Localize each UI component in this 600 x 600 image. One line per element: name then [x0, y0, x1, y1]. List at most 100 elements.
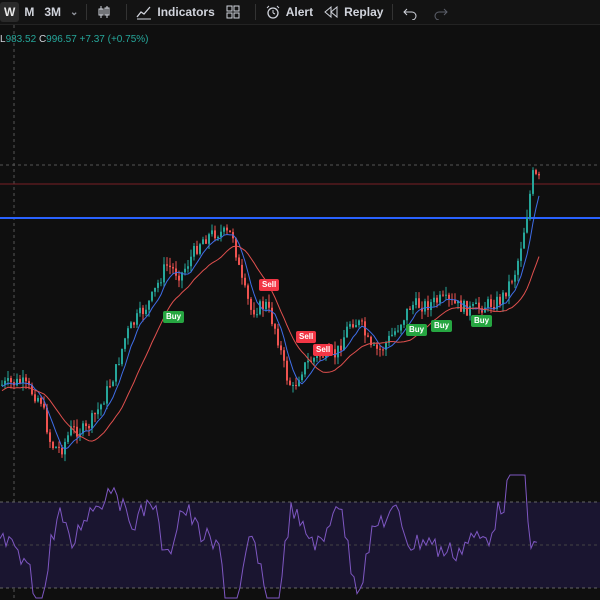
undo-button[interactable] — [397, 0, 428, 24]
buy-signal-label: Buy — [406, 324, 428, 336]
candle-body — [67, 435, 69, 442]
candle-body — [535, 170, 537, 174]
candle-body — [163, 264, 165, 283]
candle-body — [91, 413, 93, 429]
redo-button[interactable] — [428, 0, 459, 24]
candle-body — [283, 350, 285, 361]
candle-body — [136, 313, 138, 325]
candle-body — [250, 298, 252, 310]
candle-body — [262, 301, 264, 310]
candle-body — [487, 299, 489, 308]
candle-body — [439, 294, 441, 303]
candle-body — [58, 446, 60, 448]
candle-body — [523, 232, 525, 249]
candle-body — [400, 324, 402, 331]
candle-body — [247, 285, 249, 299]
interval-m-button[interactable]: M — [19, 0, 39, 24]
candle-body — [124, 338, 126, 349]
candle-body — [244, 277, 246, 286]
candle-body — [346, 326, 348, 338]
candle-body — [463, 300, 465, 312]
sell-signal-label: Sell — [313, 344, 334, 356]
candle-body — [94, 413, 96, 415]
interval-3m-button[interactable]: 3M — [39, 0, 66, 24]
candle-body — [373, 344, 375, 346]
alert-label: Alert — [285, 5, 314, 19]
candle-body — [34, 394, 36, 402]
layouts-button[interactable] — [220, 0, 251, 24]
candle-body — [142, 307, 144, 315]
candle-body — [7, 378, 9, 381]
toolbar-divider — [86, 4, 88, 20]
candle-body — [214, 230, 216, 239]
candle-body — [358, 320, 360, 326]
chart-type-button[interactable] — [91, 0, 122, 24]
chevron-down-icon[interactable]: ⌄ — [66, 7, 82, 18]
candle-body — [334, 349, 336, 358]
top-toolbar: W M 3M ⌄ Indicators Alert Replay — [0, 0, 600, 25]
candle-body — [538, 173, 540, 176]
candle-body — [433, 297, 435, 303]
candle-body — [166, 264, 168, 266]
candle-body — [151, 291, 153, 301]
candle-body — [469, 305, 471, 316]
candle-body — [475, 302, 477, 305]
candle-body — [295, 384, 297, 387]
candle-body — [340, 345, 342, 351]
candle-body — [133, 322, 135, 325]
candle-body — [256, 314, 258, 316]
interval-w-button[interactable]: W — [0, 2, 20, 22]
candle-body — [103, 403, 105, 405]
ma-slow-line — [1, 245, 540, 442]
candle-body — [220, 231, 222, 237]
candle-body — [268, 301, 270, 308]
candle-body — [154, 287, 156, 292]
candle-body — [55, 446, 57, 449]
candle-body — [376, 344, 378, 349]
toolbar-divider — [126, 4, 128, 20]
candle-body — [145, 309, 147, 315]
indicators-button[interactable]: Indicators — [131, 0, 219, 24]
candle-body — [139, 307, 141, 314]
candle-body — [460, 300, 462, 312]
candle-body — [448, 294, 450, 300]
price-chart[interactable] — [0, 25, 600, 600]
sell-signal-label: Sell — [296, 331, 317, 343]
indicators-label: Indicators — [157, 5, 215, 19]
candle-body — [322, 356, 324, 358]
candle-body — [355, 325, 357, 328]
candle-body — [22, 377, 24, 383]
candle-body — [289, 380, 291, 386]
candle-body — [76, 426, 78, 437]
candle-body — [112, 381, 114, 387]
candle-body — [499, 296, 501, 305]
candle-body — [397, 330, 399, 332]
candle-body — [37, 397, 39, 402]
replay-button[interactable]: Replay — [318, 0, 388, 24]
candle-body — [367, 335, 369, 337]
candle-body — [253, 309, 255, 315]
candle-body — [43, 403, 45, 408]
candle-body — [85, 423, 87, 427]
candle-body — [109, 386, 111, 388]
candle-body — [271, 307, 273, 325]
grid-icon — [225, 4, 241, 20]
candle-body — [409, 308, 411, 310]
undo-icon — [402, 4, 418, 20]
candle-body — [157, 282, 159, 288]
candle-body — [121, 348, 123, 365]
candle-body — [190, 256, 192, 267]
alert-button[interactable]: Alert — [260, 0, 318, 24]
candle-body — [205, 239, 207, 244]
candle-body — [307, 360, 309, 363]
candle-body — [520, 248, 522, 261]
replay-label: Replay — [344, 5, 384, 19]
candle-body — [430, 302, 432, 311]
candle-body — [352, 324, 354, 328]
candle-body — [379, 348, 381, 350]
candle-body — [442, 294, 444, 296]
candle-body — [517, 260, 519, 275]
candle-body — [304, 362, 306, 375]
candle-body — [148, 300, 150, 310]
candle-body — [193, 245, 195, 257]
